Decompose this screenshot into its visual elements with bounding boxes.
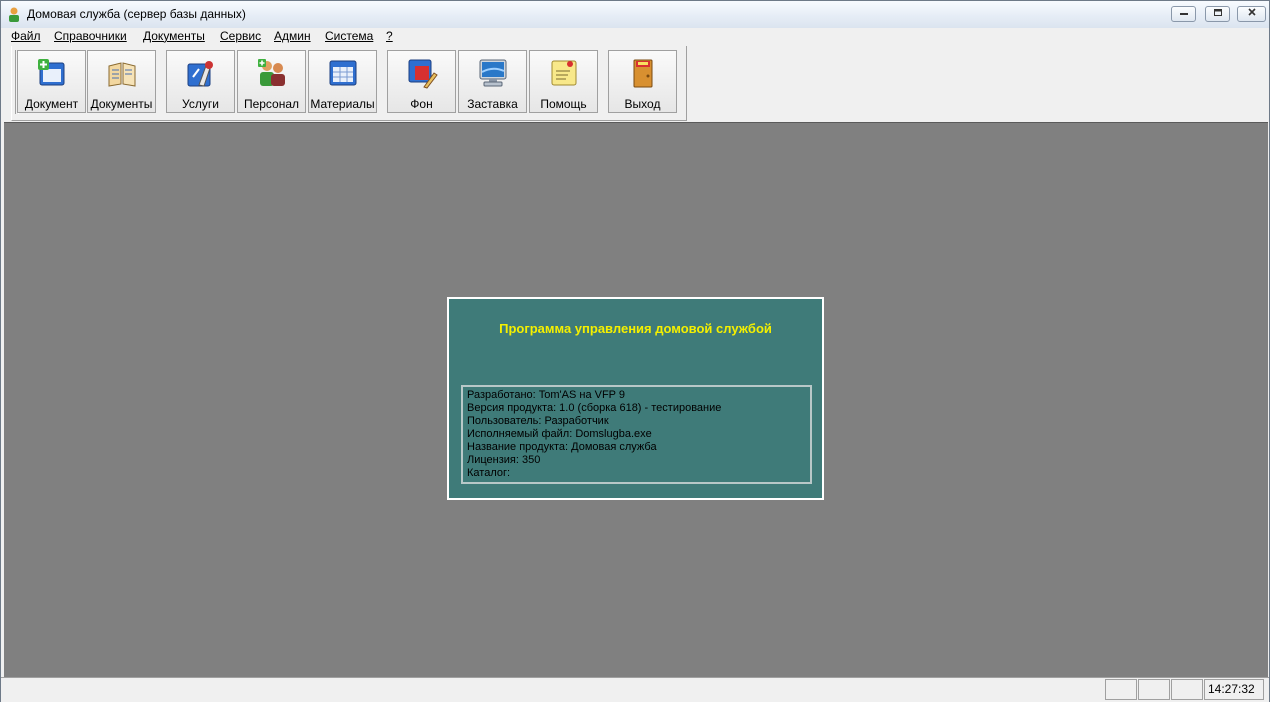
materials-table-icon xyxy=(329,60,357,86)
menu-references[interactable]: Справочники xyxy=(54,29,127,43)
help-button[interactable]: Помощь xyxy=(529,50,598,113)
new-document-icon xyxy=(38,59,65,86)
status-panel-2 xyxy=(1138,679,1170,700)
new-document-button[interactable]: Документ xyxy=(17,50,86,113)
info-developer: Разработано: Tom'AS на VFP 9 xyxy=(467,389,625,401)
menu-documents[interactable]: Документы xyxy=(143,29,205,43)
services-label: Услуги xyxy=(182,97,219,111)
exit-door-icon xyxy=(633,59,653,88)
documents-book-icon xyxy=(108,62,136,87)
screensaver-label: Заставка xyxy=(467,97,518,111)
personnel-label: Персонал xyxy=(243,97,300,111)
app-icon xyxy=(9,7,19,22)
menu-bar: Файл Справочники Документы Сервис Админ … xyxy=(1,28,1269,45)
info-user: Пользователь: Разработчик xyxy=(467,415,609,427)
personnel-button[interactable]: Персонал xyxy=(237,50,306,113)
title-bar[interactable]: Домовая служба (сервер базы данных) xyxy=(1,1,1269,29)
minimize-button[interactable] xyxy=(1171,6,1196,22)
maximize-button[interactable] xyxy=(1205,6,1230,22)
close-icon xyxy=(1247,8,1256,16)
info-catalog: Каталог: xyxy=(467,467,511,479)
screensaver-monitor-icon xyxy=(479,59,507,87)
background-button[interactable]: Фон xyxy=(387,50,456,113)
help-label: Помощь xyxy=(540,97,587,111)
restore-icon xyxy=(1213,9,1222,16)
menu-help[interactable]: ? xyxy=(386,29,393,43)
menu-admin[interactable]: Админ xyxy=(274,29,311,43)
menu-system[interactable]: Система xyxy=(325,29,373,43)
menu-file[interactable]: Файл xyxy=(11,29,41,43)
services-tools-icon xyxy=(187,61,213,87)
info-product-name: Название продукта: Домовая служба xyxy=(467,441,657,453)
status-clock: 14:27:32 xyxy=(1204,679,1264,700)
info-license: Лицензия: 350 xyxy=(467,454,541,466)
close-button[interactable] xyxy=(1237,6,1266,22)
documents-label: Документы xyxy=(90,97,153,111)
window-title: Домовая служба (сервер базы данных) xyxy=(27,7,246,21)
documents-button[interactable]: Документы xyxy=(87,50,156,113)
exit-label: Выход xyxy=(624,97,661,111)
materials-button[interactable]: Материалы xyxy=(308,50,377,113)
minimize-icon xyxy=(1179,13,1188,15)
exit-button[interactable]: Выход xyxy=(608,50,677,113)
menu-service[interactable]: Сервис xyxy=(220,29,261,43)
main-window: Домовая служба (сервер базы данных) Файл… xyxy=(0,0,1270,702)
product-info-box: Разработано: Tom'AS на VFP 9 Версия прод… xyxy=(461,385,812,484)
materials-label: Материалы xyxy=(310,97,375,111)
personnel-people-icon xyxy=(258,59,285,86)
services-button[interactable]: Услуги xyxy=(166,50,235,113)
info-version: Версия продукта: 1.0 (сборка 618) - тест… xyxy=(467,402,722,414)
status-bar: 14:27:32 xyxy=(1,677,1269,702)
splash-title: Программа управления домовой службой xyxy=(499,321,772,336)
help-note-icon xyxy=(551,60,577,86)
info-executable: Исполняемый файл: Domslugba.exe xyxy=(467,428,652,440)
status-panel-3 xyxy=(1171,679,1203,700)
about-splash-panel: Программа управления домовой службой Раз… xyxy=(447,297,824,500)
new-document-label: Документ xyxy=(24,97,79,111)
toolbar-area: Документ Документы Услуги Персонал Матер… xyxy=(1,45,1269,122)
screensaver-button[interactable]: Заставка xyxy=(458,50,527,113)
background-label: Фон xyxy=(410,97,433,111)
toolbar: Документ Документы Услуги Персонал Матер… xyxy=(11,46,687,121)
status-panel-1 xyxy=(1105,679,1137,700)
background-paint-icon xyxy=(408,59,438,89)
